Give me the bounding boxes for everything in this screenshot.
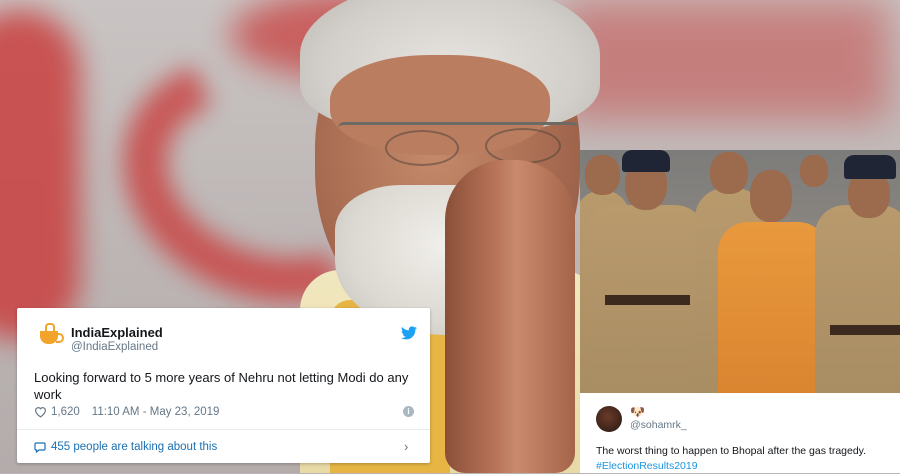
- tweet-display-name[interactable]: 🐶: [630, 405, 645, 419]
- tweet-text: The worst thing to happen to Bhopal afte…: [596, 444, 900, 474]
- woman-face: [750, 170, 792, 222]
- saffron-robed-figure: [718, 222, 828, 393]
- tweet-timestamp[interactable]: 11:10 AM - May 23, 2019: [92, 406, 220, 418]
- tweet-body: The worst thing to happen to Bhopal afte…: [596, 445, 867, 457]
- heart-icon[interactable]: [34, 406, 47, 418]
- folded-hands: [445, 160, 575, 473]
- tweet-card[interactable]: 🐶 @sohamrk_ The worst thing to happen to…: [580, 393, 900, 473]
- twitter-bird-icon[interactable]: [401, 326, 417, 340]
- red-banner-shape: [560, 0, 890, 120]
- background-person-face: [800, 155, 828, 187]
- chevron-right-icon[interactable]: ›: [404, 439, 408, 454]
- talking-count[interactable]: 455 people are talking about this: [51, 441, 217, 453]
- speech-bubble-icon: [34, 441, 46, 453]
- tweet-handle[interactable]: @sohamrk_: [630, 419, 687, 431]
- officer-figure: [815, 205, 900, 393]
- escort-photo: [580, 150, 900, 393]
- tweet-meta: 1,620 11:10 AM - May 23, 2019: [34, 406, 219, 418]
- cup-handle-shape: [56, 333, 64, 343]
- officer-face: [585, 155, 620, 195]
- tea-cup-avatar[interactable]: [36, 322, 64, 350]
- tweet-handle[interactable]: @IndiaExplained: [71, 341, 158, 353]
- officer-belt: [830, 325, 900, 335]
- hashtag-link[interactable]: #ElectionResults2019: [596, 459, 900, 474]
- tweet-text: Looking forward to 5 more years of Nehru…: [34, 370, 409, 402]
- officer-cap: [844, 155, 896, 179]
- avatar[interactable]: [596, 406, 622, 432]
- officer-belt: [605, 295, 690, 305]
- officer-cap: [622, 150, 670, 172]
- divider: [17, 429, 430, 430]
- officer-face: [710, 152, 748, 194]
- man-eye: [485, 128, 561, 164]
- red-banner-shape: [0, 10, 80, 340]
- info-icon[interactable]: i: [403, 406, 414, 417]
- like-count[interactable]: 1,620: [51, 406, 80, 418]
- talking-link[interactable]: 455 people are talking about this: [34, 441, 217, 453]
- tweet-display-name[interactable]: IndiaExplained: [71, 325, 163, 340]
- man-eye: [385, 130, 459, 166]
- tweet-card[interactable]: IndiaExplained @IndiaExplained Looking f…: [17, 308, 430, 463]
